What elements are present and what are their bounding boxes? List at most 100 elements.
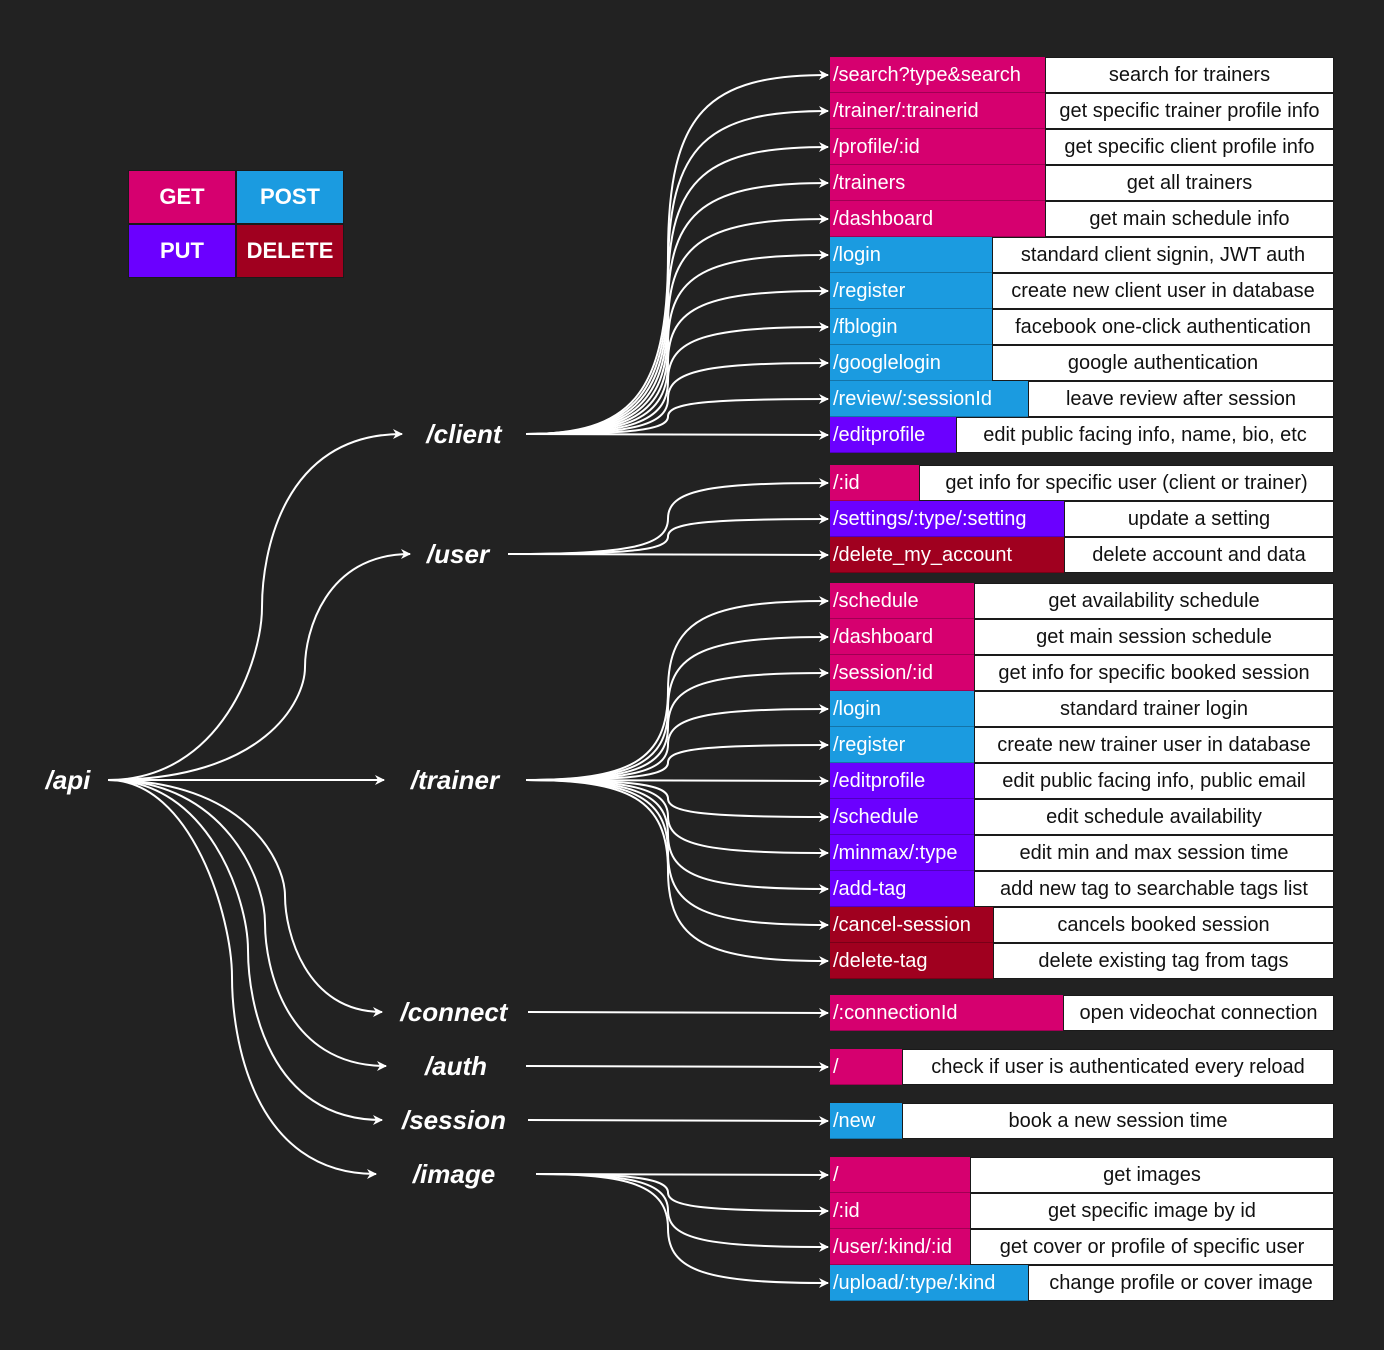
wire-trainer-route <box>525 779 829 858</box>
route-row: /trainer/:trainerid get specific trainer … <box>830 93 1334 129</box>
route-path: /delete-tag <box>830 943 993 979</box>
route-path: /schedule <box>830 583 974 619</box>
route-description: cancels booked session <box>993 907 1334 943</box>
wire-api-client <box>107 429 403 781</box>
route-path: /minmax/:type <box>830 835 974 871</box>
route-description: delete existing tag from tags <box>993 943 1334 979</box>
route-path: /fblogin <box>830 309 992 345</box>
route-path: /settings/:type/:setting <box>830 501 1064 537</box>
wire-image-route <box>535 1169 829 1180</box>
wire-client-route <box>525 214 829 435</box>
wire-client-route <box>525 106 829 435</box>
route-row: /login standard client signin, JWT auth <box>830 237 1334 273</box>
route-row: / check if user is authenticated every re… <box>830 1049 1334 1085</box>
wire-trainer-route <box>525 779 829 966</box>
route-description: get specific trainer profile info <box>1045 93 1334 129</box>
route-description: edit public facing info, public email <box>974 763 1334 799</box>
route-path: /trainers <box>830 165 1045 201</box>
wire-user-route <box>507 549 829 560</box>
route-path: /googlelogin <box>830 345 992 381</box>
method-legend: GET POST PUT DELETE <box>128 170 344 278</box>
route-path: /search?type&search <box>830 57 1045 93</box>
legend-post: POST <box>236 170 344 224</box>
route-row: /schedule get availability schedule <box>830 583 1334 619</box>
route-description: standard client signin, JWT auth <box>992 237 1334 273</box>
route-row: /search?type&search search for trainers <box>830 57 1334 93</box>
legend-get: GET <box>128 170 236 224</box>
wire-session-route <box>527 1115 829 1126</box>
wire-image-route <box>535 1173 829 1216</box>
wire-client-route <box>525 322 829 435</box>
wire-trainer-route <box>525 779 829 930</box>
route-path: /editprofile <box>830 763 974 799</box>
group-node-client: /client <box>426 419 502 449</box>
wire-trainer-route <box>525 779 829 822</box>
route-description: book a new session time <box>902 1103 1334 1139</box>
route-description: get cover or profile of specific user <box>970 1229 1334 1265</box>
route-path: /user/:kind/:id <box>830 1229 970 1265</box>
wire-client-route <box>525 70 829 435</box>
route-description: create new trainer user in database <box>974 727 1334 763</box>
route-row: /:connectionId open videochat connection <box>830 995 1334 1031</box>
route-description: get all trainers <box>1045 165 1334 201</box>
route-path: /editprofile <box>830 417 956 453</box>
group-node-user: /user <box>426 539 490 569</box>
route-description: edit schedule availability <box>974 799 1334 835</box>
route-description: get info for specific user (client or tr… <box>919 465 1334 501</box>
route-row: /register create new client user in datab… <box>830 273 1334 309</box>
legend-put: PUT <box>128 224 236 278</box>
route-path: /delete_my_account <box>830 537 1064 573</box>
wire-user-route <box>507 478 829 555</box>
route-path: / <box>830 1157 970 1193</box>
wire-client-route <box>525 178 829 435</box>
route-description: get main session schedule <box>974 619 1334 655</box>
route-description: get availability schedule <box>974 583 1334 619</box>
route-row: /:id get info for specific user (client o… <box>830 465 1334 501</box>
wire-api-image <box>107 779 377 1179</box>
group-node-session: /session <box>401 1105 507 1135</box>
wire-api-user <box>107 549 411 781</box>
wire-trainer-route <box>525 779 829 894</box>
route-row: /schedule edit schedule availability <box>830 799 1334 835</box>
route-row: /profile/:id get specific client profile … <box>830 129 1334 165</box>
route-row: /upload/:type/:kind change profile or cov… <box>830 1265 1334 1301</box>
route-row: /editprofile edit public facing info, pub… <box>830 763 1334 799</box>
route-row: /fblogin facebook one-click authenticatio… <box>830 309 1334 345</box>
wire-trainer-route <box>525 632 829 781</box>
group-node-auth: /auth <box>424 1051 488 1081</box>
group-node-trainer: /trainer <box>410 765 500 795</box>
route-description: get main schedule info <box>1045 201 1334 237</box>
route-row: /:id get specific image by id <box>830 1193 1334 1229</box>
route-path: /dashboard <box>830 201 1045 237</box>
route-row: /add-tag add new tag to searchable tags l… <box>830 871 1334 907</box>
group-node-image: /image <box>412 1159 496 1189</box>
route-path: /register <box>830 727 974 763</box>
route-path: /:connectionId <box>830 995 1063 1031</box>
route-row: /dashboard get main session schedule <box>830 619 1334 655</box>
route-path: /schedule <box>830 799 974 835</box>
route-description: standard trainer login <box>974 691 1334 727</box>
route-description: search for trainers <box>1045 57 1334 93</box>
route-path: /upload/:type/:kind <box>830 1265 1028 1301</box>
route-description: get info for specific booked session <box>974 655 1334 691</box>
wire-trainer-route <box>525 775 829 786</box>
route-path: /review/:sessionId <box>830 381 1028 417</box>
wire-trainer-route <box>525 596 829 781</box>
route-description: open videochat connection <box>1063 995 1334 1031</box>
route-path: / <box>830 1049 902 1085</box>
route-description: update a setting <box>1064 501 1334 537</box>
route-description: get specific image by id <box>970 1193 1334 1229</box>
route-description: get specific client profile info <box>1045 129 1334 165</box>
route-description: edit min and max session time <box>974 835 1334 871</box>
wire-client-route <box>525 286 829 435</box>
wire-client-route <box>525 394 829 435</box>
route-row: /editprofile edit public facing info, nam… <box>830 417 1334 453</box>
wire-client-route <box>525 142 829 435</box>
route-row: /minmax/:type edit min and max session ti… <box>830 835 1334 871</box>
route-description: change profile or cover image <box>1028 1265 1334 1301</box>
wire-trainer-route <box>525 740 829 781</box>
route-description: get images <box>970 1157 1334 1193</box>
route-description: google authentication <box>992 345 1334 381</box>
route-row: /googlelogin google authentication <box>830 345 1334 381</box>
route-path: /cancel-session <box>830 907 993 943</box>
